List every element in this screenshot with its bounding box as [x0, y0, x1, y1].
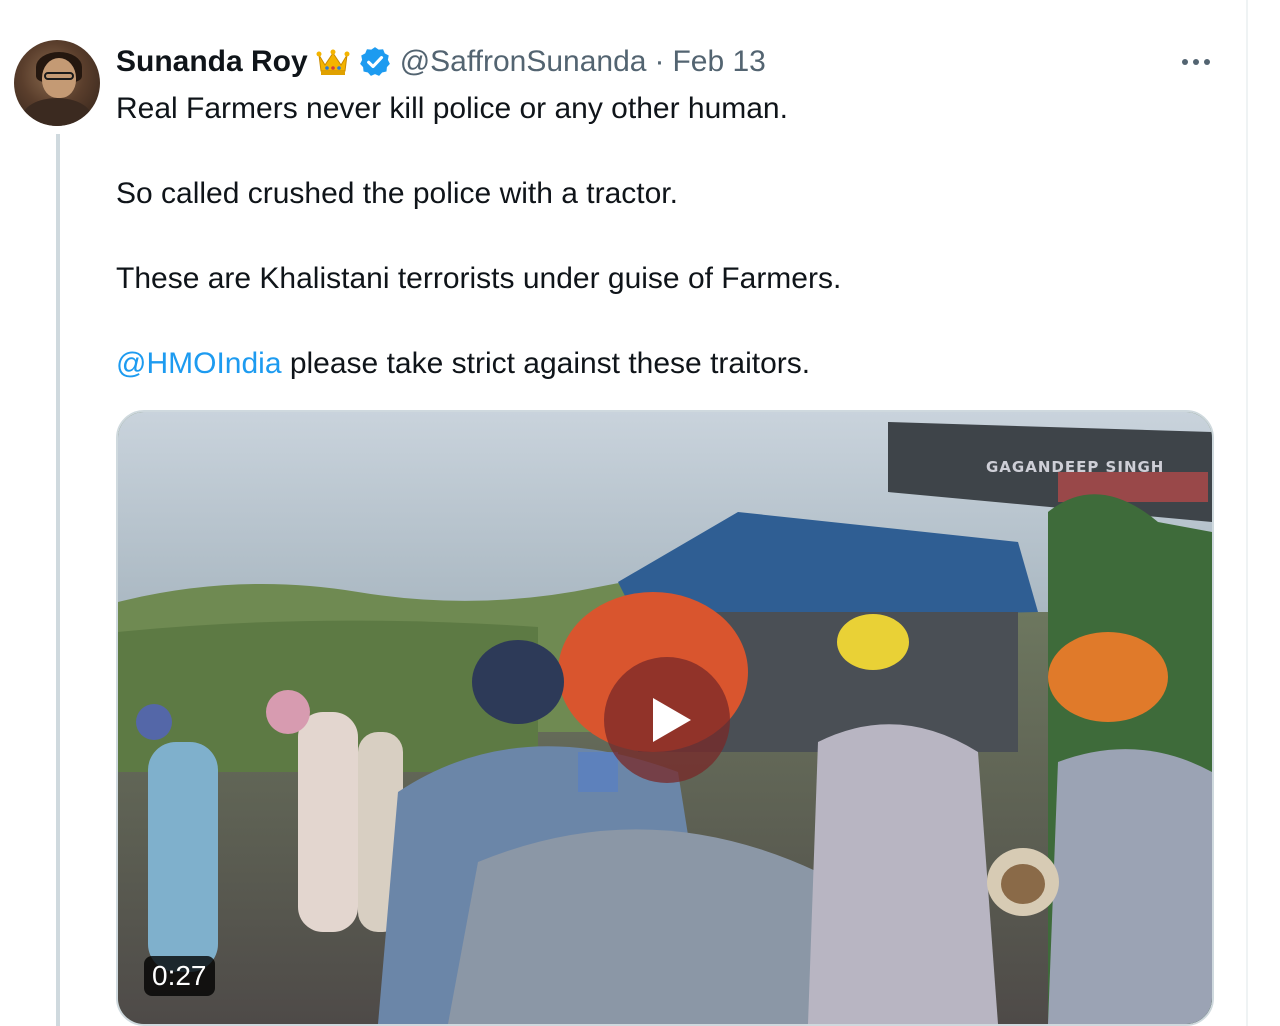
tweet-text-line: Real Farmers never kill police or any ot… — [116, 92, 788, 125]
user-handle[interactable]: @SaffronSunanda — [400, 45, 647, 79]
separator-dot: · — [654, 45, 665, 78]
column-border — [1246, 0, 1248, 1026]
display-name[interactable]: Sunanda Roy — [116, 45, 308, 79]
tweet-text-line: So called crushed the police with a trac… — [116, 177, 678, 210]
crown-icon — [316, 47, 350, 77]
tweet-text: Real Farmers never kill police or any ot… — [116, 88, 1216, 385]
more-options-icon[interactable] — [1176, 50, 1216, 74]
tweet-text-line: @HMOIndia please take strict against the… — [116, 343, 1216, 385]
thread-line — [56, 134, 60, 1026]
tweet-date[interactable]: Feb 13 — [672, 45, 765, 79]
verified-badge-icon[interactable] — [358, 45, 392, 79]
tweet-text-rest: please take strict against these traitor… — [281, 347, 811, 380]
tweet-text-line: These are Khalistani terrorists under gu… — [116, 262, 842, 295]
play-icon — [653, 698, 691, 742]
avatar[interactable] — [14, 40, 100, 126]
play-button[interactable] — [604, 657, 730, 783]
mention-link[interactable]: @HMOIndia — [116, 347, 282, 380]
video-duration: 0:27 — [144, 956, 215, 996]
video-watermark: GAGANDEEP SINGH — [986, 458, 1165, 476]
video-player[interactable]: GAGANDEEP SINGH 0:27 — [116, 410, 1214, 1026]
tweet-header: Sunanda Roy @SaffronSunanda · Feb 13 — [116, 40, 766, 84]
